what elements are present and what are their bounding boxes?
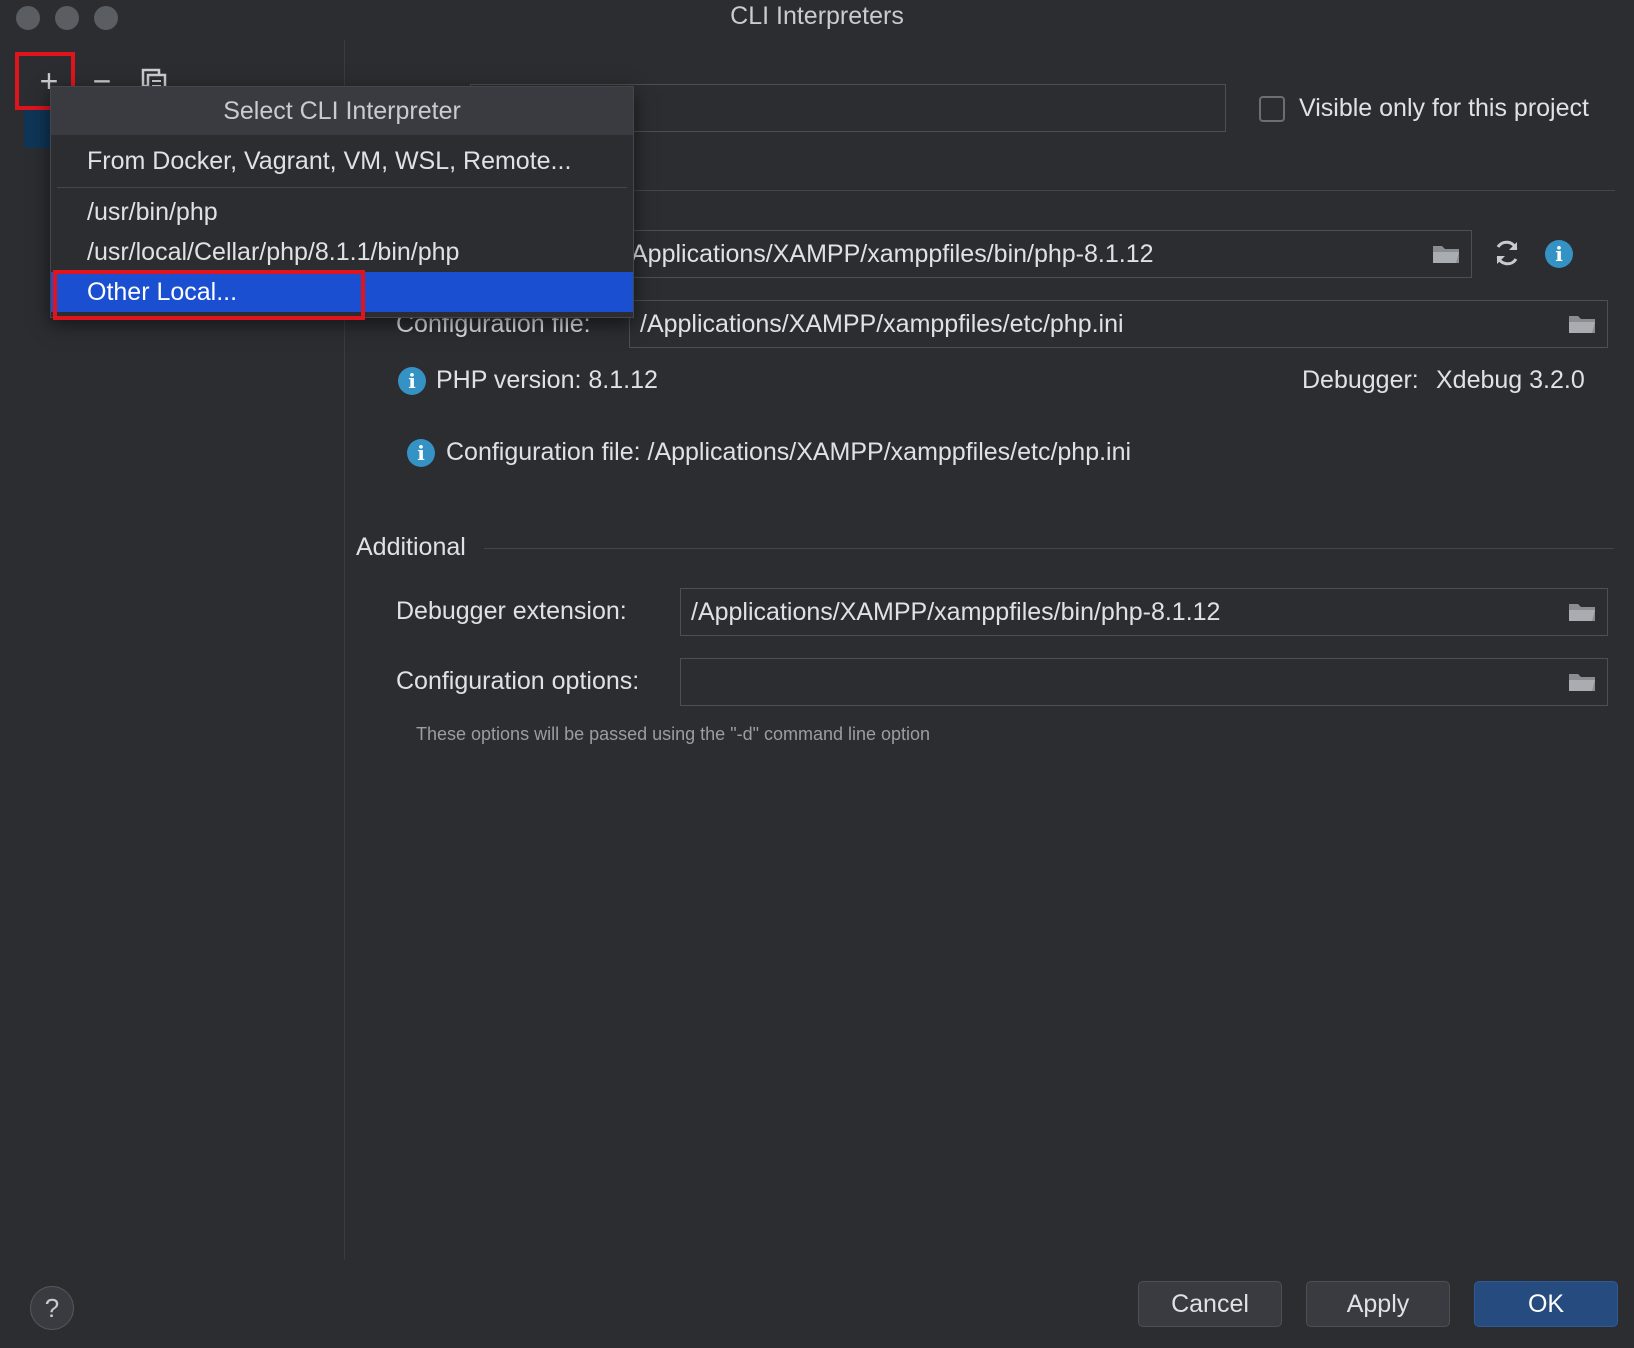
visible-only-label: Visible only for this project (1299, 94, 1589, 122)
additional-section-title: Additional (356, 533, 466, 561)
reload-icon[interactable] (1492, 238, 1522, 268)
php-version-text: PHP version: 8.1.12 (436, 366, 658, 394)
highlight-other-local (53, 270, 365, 320)
menu-item-remote[interactable]: From Docker, Vagrant, VM, WSL, Remote... (51, 141, 633, 181)
config-file-input[interactable]: /Applications/XAMPP/xamppfiles/etc/php.i… (629, 300, 1608, 348)
menu-item-usr-bin-php[interactable]: /usr/bin/php (51, 192, 633, 232)
cli-interpreters-dialog: CLI Interpreters + − Visible only for th… (0, 0, 1634, 1348)
configuration-options-input[interactable] (680, 658, 1608, 706)
configuration-options-label: Configuration options: (396, 667, 640, 695)
visible-only-checkbox[interactable] (1259, 96, 1285, 122)
popup-header: Select CLI Interpreter (51, 87, 633, 135)
debugger-extension-label: Debugger extension: (396, 597, 627, 625)
menu-separator (57, 187, 627, 188)
additional-separator (484, 548, 1614, 549)
config-file-info-text: Configuration file: /Applications/XAMPP/… (446, 438, 1132, 466)
folder-icon[interactable] (1431, 242, 1461, 266)
cancel-button[interactable]: Cancel (1138, 1281, 1282, 1327)
ok-button[interactable]: OK (1474, 1281, 1618, 1327)
config-file-value: /Applications/XAMPP/xamppfiles/etc/php.i… (640, 309, 1124, 338)
info-icon: i (398, 367, 426, 395)
folder-icon[interactable] (1567, 312, 1597, 336)
php-executable-value: Applications/XAMPP/xamppfiles/bin/php-8.… (631, 239, 1154, 268)
debugger-extension-value: /Applications/XAMPP/xamppfiles/bin/php-8… (691, 597, 1221, 626)
debugger-value: Xdebug 3.2.0 (1436, 366, 1585, 394)
info-icon[interactable]: i (1545, 240, 1573, 268)
general-separator (630, 190, 1615, 191)
apply-button[interactable]: Apply (1306, 1281, 1450, 1327)
title-bar: CLI Interpreters (0, 0, 1634, 40)
menu-item-cellar-php[interactable]: /usr/local/Cellar/php/8.1.1/bin/php (51, 232, 633, 272)
window-title: CLI Interpreters (730, 2, 904, 30)
interpreter-list-item[interactable] (24, 110, 52, 148)
info-icon: i (407, 439, 435, 467)
debugger-extension-input[interactable]: /Applications/XAMPP/xamppfiles/bin/php-8… (680, 588, 1608, 636)
folder-icon[interactable] (1567, 670, 1597, 694)
folder-icon[interactable] (1567, 600, 1597, 624)
debugger-label: Debugger: (1302, 366, 1419, 394)
configuration-options-hint: These options will be passed using the "… (416, 724, 931, 744)
help-button[interactable]: ? (30, 1286, 74, 1330)
php-executable-input[interactable]: Applications/XAMPP/xamppfiles/bin/php-8.… (620, 230, 1472, 278)
